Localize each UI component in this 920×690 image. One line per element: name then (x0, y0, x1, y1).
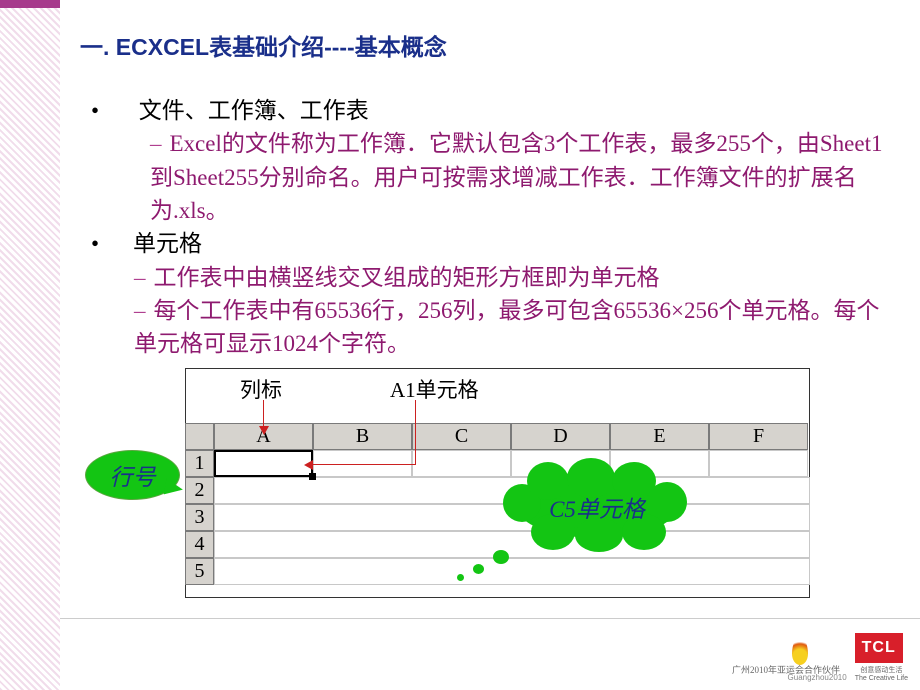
arrow-line (311, 464, 415, 465)
cloud-trail-icon (473, 564, 484, 574)
col-header: E (610, 423, 709, 450)
flame-icon (788, 637, 812, 673)
arrow-down-icon (259, 426, 269, 435)
cell-grid (214, 450, 810, 598)
sub-cell-1: –工作表中由横竖线交叉组成的矩形方框即为单元格 (134, 261, 890, 294)
guangzhou-logo: Guangzhou2010 (788, 637, 847, 682)
callout-text: C5单元格 (549, 490, 645, 524)
row-header: 2 (185, 477, 214, 504)
sub-cell-2: –每个工作表中有65536行，256列，最多可包含65536×256个单元格。每… (134, 294, 890, 361)
arrow-line (263, 400, 264, 428)
slide-title: 一. ECXCEL表基础介绍----基本概念 (80, 28, 890, 62)
bullet-files: • 文件、工作簿、工作表 (80, 94, 890, 127)
footer-divider (60, 618, 920, 619)
arrow-left-icon (304, 460, 313, 470)
c5-callout: C5单元格 (517, 476, 677, 538)
bullet-cell: • 单元格 (80, 227, 890, 260)
a1-cell-label: A1单元格 (390, 374, 479, 404)
excel-diagram: 列标 A1单元格 A B C D E F 1 2 3 4 5 行号 (85, 368, 815, 604)
row-header: 3 (185, 504, 214, 531)
row-label-callout: 行号 (85, 450, 180, 500)
bullet-label: 文件、工作簿、工作表 (139, 98, 369, 123)
tcl-logo: TCL 创意感动生活The Creative Life (855, 633, 908, 682)
cloud-trail-icon (493, 550, 509, 564)
cell-row (214, 558, 810, 585)
fill-handle-icon (309, 473, 316, 480)
decorative-sidebar (0, 0, 60, 690)
arrow-line (415, 400, 416, 465)
col-header: C (412, 423, 511, 450)
slide-content: 一. ECXCEL表基础介绍----基本概念 • 文件、工作簿、工作表 –Exc… (80, 28, 890, 361)
row-header: 5 (185, 558, 214, 585)
tcl-slogan: 创意感动生活The Creative Life (855, 665, 908, 682)
row-header: 4 (185, 531, 214, 558)
bullet-label: 单元格 (133, 231, 202, 256)
body-text: • 文件、工作簿、工作表 –Excel的文件称为工作簿．它默认包含3个工作表，最… (80, 94, 890, 361)
sub-workbook: –Excel的文件称为工作簿．它默认包含3个工作表，最多255个，由Sheet1… (150, 127, 890, 227)
callout-text: 行号 (110, 458, 156, 492)
cell-row (214, 531, 810, 558)
sub-text: Excel的文件称为工作簿．它默认包含3个工作表，最多255个，由Sheet1到… (150, 131, 882, 223)
gz-text: Guangzhou2010 (788, 673, 847, 682)
col-header: B (313, 423, 412, 450)
selected-cell (214, 450, 313, 477)
footer-logos: Guangzhou2010 TCL 创意感动生活The Creative Lif… (788, 633, 908, 682)
col-header: F (709, 423, 808, 450)
tcl-brand-icon: TCL (855, 633, 903, 663)
col-header: D (511, 423, 610, 450)
column-header-label: 列标 (240, 374, 282, 404)
sub-text: 工作表中由横竖线交叉组成的矩形方框即为单元格 (154, 265, 660, 290)
cloud-trail-icon (457, 574, 464, 581)
grid-corner (185, 423, 214, 450)
cell (709, 450, 808, 477)
cell (412, 450, 511, 477)
callout-tail-icon (164, 479, 185, 498)
row-header: 1 (185, 450, 214, 477)
sub-text: 每个工作表中有65536行，256列，最多可包含65536×256个单元格。每个… (134, 298, 879, 356)
